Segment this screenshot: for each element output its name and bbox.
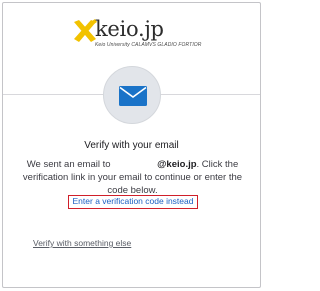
page-title: Verify with your email <box>84 140 179 151</box>
verify-other-link[interactable]: Verify with something else <box>33 238 131 248</box>
brand-name: keio.jp <box>95 17 164 41</box>
enter-code-link[interactable]: Enter a verification code instead <box>68 195 198 209</box>
instruction-text: We sent an email to @keio.jp. Click the … <box>19 158 246 197</box>
mail-badge <box>103 66 161 124</box>
verification-card: keio.jp Keio University CALAMVS GLADIO F… <box>2 2 261 288</box>
brand-tagline: Keio University CALAMVS GLADIO FORTIOR <box>95 42 202 48</box>
email-domain: @keio.jp <box>157 159 197 170</box>
instruction-prefix: We sent an email to <box>26 159 111 170</box>
envelope-icon <box>119 86 147 106</box>
